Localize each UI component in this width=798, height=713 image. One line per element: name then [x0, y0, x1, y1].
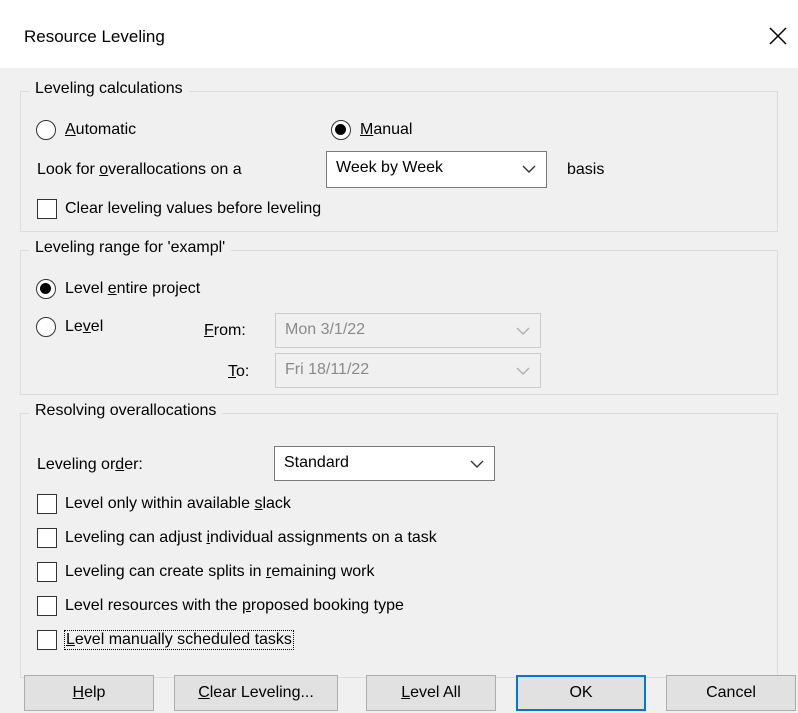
level-range-radio[interactable] — [36, 317, 56, 337]
level-within-slack-checkbox[interactable] — [37, 494, 57, 514]
adjust-individual-assignments-checkbox[interactable] — [37, 528, 57, 548]
group-title-range: Leveling range for 'exampl' — [29, 239, 232, 257]
level-entire-project-radio[interactable] — [36, 279, 56, 299]
level-within-slack-label[interactable]: Level only within available slack — [65, 495, 291, 513]
clear-leveling-button[interactable]: Clear Leveling... — [174, 675, 338, 711]
clear-leveling-values-label[interactable]: Clear leveling values before leveling — [65, 200, 321, 218]
clear-leveling-values-checkbox[interactable] — [37, 199, 57, 219]
resolving-overallocations-group: Resolving overallocations Leveling order… — [20, 402, 778, 678]
chevron-down-icon — [516, 327, 530, 335]
basis-suffix: basis — [567, 161, 605, 178]
leveling-range-group: Leveling range for 'exampl' Level entire… — [20, 239, 778, 395]
help-button[interactable]: Help — [24, 675, 154, 711]
leveling-order-label: Leveling order: — [37, 456, 143, 473]
leveling-calculations-group: Leveling calculations Automatic Manual L… — [20, 80, 778, 232]
basis-dropdown[interactable]: Week by Week — [326, 151, 547, 188]
manual-radio[interactable] — [331, 120, 351, 140]
look-for-label: Look for overallocations on a — [37, 161, 242, 178]
from-date-value: Mon 3/1/22 — [285, 321, 366, 338]
dialog-title: Resource Leveling — [24, 27, 165, 46]
chevron-down-icon — [516, 367, 530, 375]
cancel-button[interactable]: Cancel — [666, 675, 796, 711]
create-splits-checkbox[interactable] — [37, 562, 57, 582]
leveling-order-value: Standard — [284, 454, 349, 471]
chevron-down-icon — [522, 165, 536, 173]
create-splits-label[interactable]: Leveling can create splits in remaining … — [65, 563, 374, 581]
from-date-dropdown[interactable]: Mon 3/1/22 — [275, 313, 541, 348]
dialog-body: Leveling calculations Automatic Manual L… — [0, 68, 798, 713]
close-icon — [769, 27, 787, 45]
manually-scheduled-label[interactable]: Level manually scheduled tasks — [64, 630, 294, 650]
ok-button[interactable]: OK — [516, 675, 646, 711]
close-button[interactable] — [760, 18, 796, 54]
level-range-label[interactable]: Level — [65, 318, 103, 336]
leveling-order-dropdown[interactable]: Standard — [274, 446, 495, 481]
automatic-label[interactable]: Automatic — [65, 121, 136, 139]
to-date-dropdown[interactable]: Fri 18/11/22 — [275, 353, 541, 388]
basis-value: Week by Week — [336, 159, 444, 176]
adjust-individual-assignments-label[interactable]: Leveling can adjust individual assignmen… — [65, 529, 437, 547]
to-label: To: — [228, 363, 250, 380]
manually-scheduled-checkbox[interactable] — [37, 630, 57, 650]
proposed-booking-label[interactable]: Level resources with the proposed bookin… — [65, 597, 404, 615]
group-title-calculations: Leveling calculations — [29, 80, 189, 98]
group-title-resolving: Resolving overallocations — [29, 402, 223, 420]
level-entire-project-label[interactable]: Level entire project — [65, 280, 200, 298]
manual-label[interactable]: Manual — [360, 121, 412, 139]
resource-leveling-dialog: Resource Leveling Leveling calculations … — [0, 0, 798, 713]
level-all-button[interactable]: Level All — [366, 675, 496, 711]
from-label: From: — [204, 322, 246, 339]
chevron-down-icon — [470, 460, 484, 468]
automatic-radio[interactable] — [36, 120, 56, 140]
to-date-value: Fri 18/11/22 — [285, 361, 370, 378]
proposed-booking-checkbox[interactable] — [37, 596, 57, 616]
